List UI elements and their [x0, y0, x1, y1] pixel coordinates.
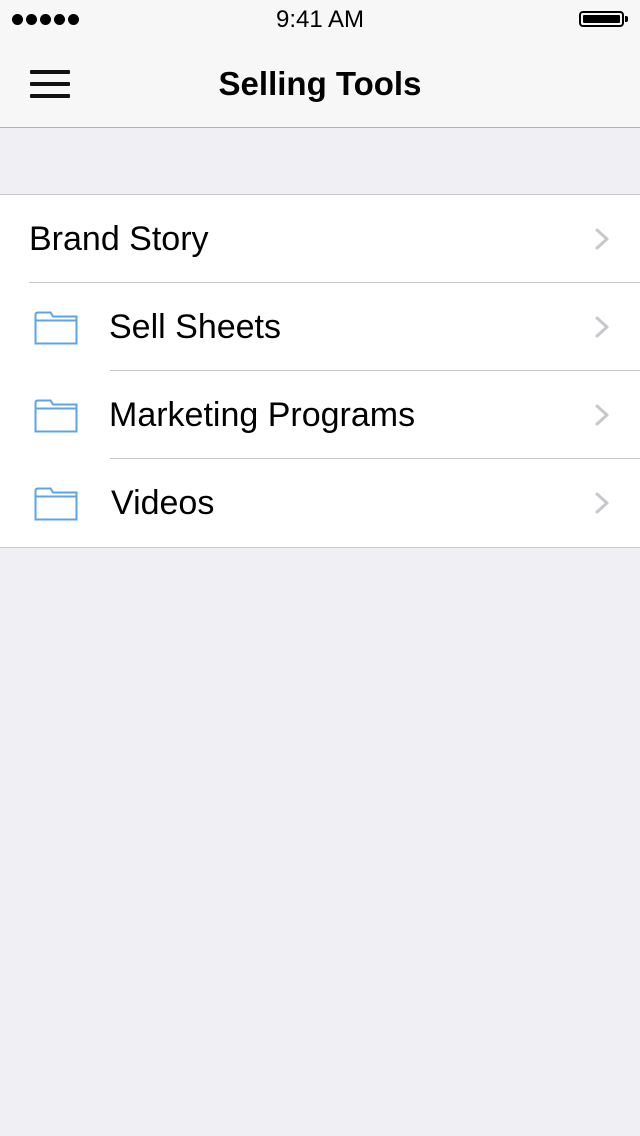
folder-icon: [34, 311, 78, 345]
chevron-right-icon: [595, 404, 609, 426]
battery-icon: [579, 11, 628, 27]
chevron-right-icon: [595, 228, 609, 250]
navigation-bar: Selling Tools: [0, 40, 640, 128]
folder-icon: [34, 399, 78, 433]
list-item-videos[interactable]: Videos: [0, 459, 640, 547]
list-item-label: Brand Story: [29, 220, 209, 258]
chevron-right-icon: [595, 316, 609, 338]
status-time: 9:41 AM: [275, 6, 365, 33]
list-item-label: Videos: [111, 484, 215, 522]
list-item-brand-story[interactable]: Brand Story: [0, 195, 640, 283]
list-item-label: Marketing Programs: [109, 396, 416, 434]
menu-button[interactable]: [22, 62, 78, 106]
list-item-marketing-programs[interactable]: Marketing Programs: [0, 371, 640, 459]
list-item-sell-sheets[interactable]: Sell Sheets: [0, 283, 640, 371]
chevron-right-icon: [595, 492, 609, 514]
list-item-label: Sell Sheets: [109, 308, 281, 346]
selling-tools-list: Brand Story Sell Sheets Marketing Progra…: [0, 194, 640, 548]
page-title: Selling Tools: [218, 65, 422, 102]
status-bar: 9:41 AM: [0, 0, 640, 40]
folder-icon: [34, 487, 78, 521]
hamburger-menu-icon: [30, 70, 70, 74]
